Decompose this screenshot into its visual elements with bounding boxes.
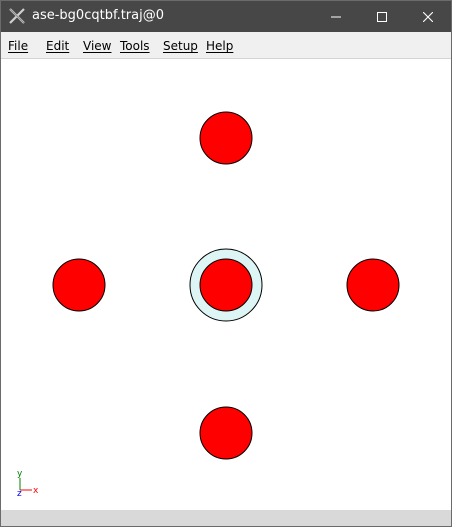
atom-right[interactable] (346, 258, 400, 312)
axis-y-label: y (17, 469, 23, 479)
atom-left[interactable] (52, 258, 106, 312)
atom-center[interactable] (199, 258, 253, 312)
close-icon (423, 11, 433, 22)
atoms-canvas[interactable]: x y z (1, 59, 451, 509)
axes-indicator: x y z (17, 469, 39, 499)
axis-z-label: z (17, 489, 22, 499)
menu-file[interactable]: File (8, 39, 28, 53)
menu-view[interactable]: View (83, 39, 111, 53)
ase-gui-window: ase-bg0cqtbf.traj@0 File Edit View Tools… (0, 0, 452, 527)
maximize-button[interactable] (359, 1, 405, 32)
status-bar (1, 510, 451, 526)
window-title: ase-bg0cqtbf.traj@0 (32, 8, 165, 23)
minimize-button[interactable] (313, 1, 359, 32)
maximize-icon (377, 11, 387, 22)
menu-tools[interactable]: Tools (120, 39, 150, 53)
menu-edit[interactable]: Edit (46, 39, 69, 53)
structure-viewport[interactable]: x y z (1, 59, 451, 509)
menu-setup[interactable]: Setup (163, 39, 198, 53)
title-bar[interactable]: ase-bg0cqtbf.traj@0 (1, 1, 451, 32)
menu-help[interactable]: Help (206, 39, 233, 53)
atom-top[interactable] (199, 111, 253, 165)
menu-bar: File Edit View Tools Setup Help (1, 32, 451, 59)
atom-bottom[interactable] (199, 406, 253, 460)
axis-x-label: x (33, 486, 39, 496)
minimize-icon (331, 16, 341, 17)
ase-app-icon (9, 8, 25, 24)
close-button[interactable] (405, 1, 451, 32)
